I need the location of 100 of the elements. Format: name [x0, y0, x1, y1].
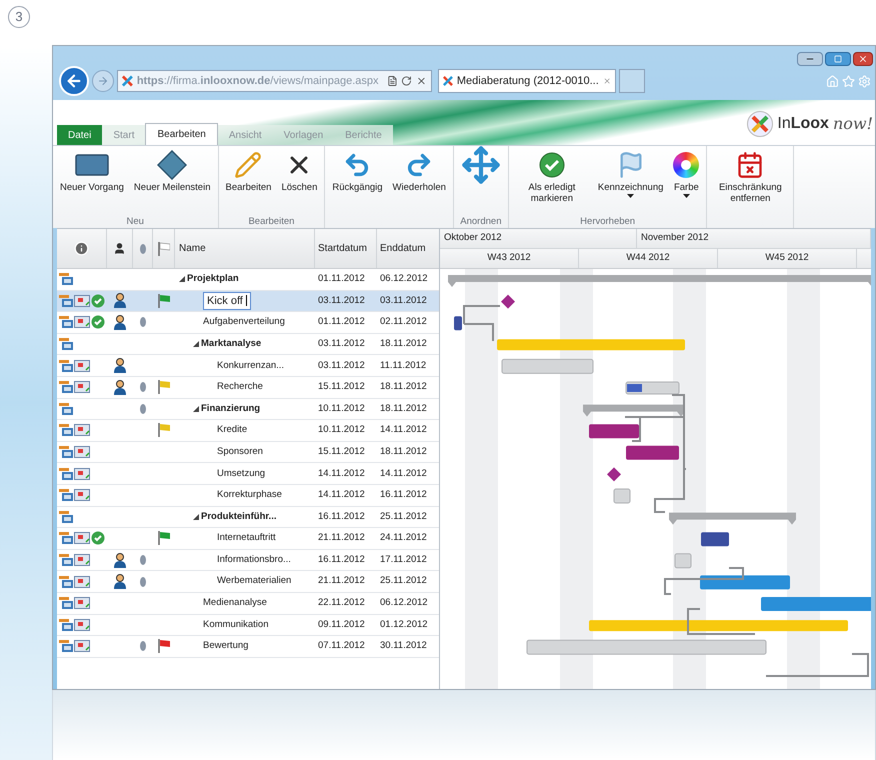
task-name: Recherche	[217, 380, 263, 394]
task-name: Marktanalyse	[201, 336, 262, 351]
app-logo-icon	[747, 111, 774, 137]
home-icon[interactable]	[826, 74, 839, 88]
end-date: 24.11.2012	[379, 531, 428, 546]
ribbon-button[interactable]: Neuer Vorgang	[57, 149, 127, 193]
table-row[interactable]: Aufgabenverteilung 01.11.2012 02.11.2012	[57, 312, 439, 334]
milestone-diamond[interactable]	[501, 294, 515, 309]
column-header[interactable]: Enddatum	[377, 229, 439, 268]
ribbon-button[interactable]: Rückgängig	[329, 149, 386, 193]
column-header[interactable]: Startdatum	[315, 229, 377, 268]
task-icon	[59, 531, 73, 546]
milestone-diamond[interactable]	[607, 467, 621, 482]
task-bar[interactable]	[626, 446, 679, 460]
end-date: 14.11.2012	[379, 423, 428, 438]
task-name: Bewertung	[203, 639, 248, 654]
ribbon-group-label: Bearbeiten	[248, 216, 294, 227]
check-circle-icon	[91, 531, 105, 546]
table-row[interactable]: Kommunikation 09.11.2012 01.12.2012	[57, 614, 439, 636]
attachment-icon	[140, 317, 146, 328]
collapse-triangle-icon[interactable]	[193, 341, 199, 348]
summary-bar[interactable]	[669, 512, 796, 525]
task-icon	[59, 272, 73, 286]
collapse-triangle-icon[interactable]	[179, 276, 185, 282]
table-row[interactable]: Finanzierung 10.11.2012 18.11.2012	[57, 398, 439, 420]
close-button[interactable]	[853, 52, 873, 66]
maximize-icon	[834, 55, 842, 63]
ribbon-tab[interactable]: Datei	[57, 125, 102, 145]
start-date: 15.11.2012	[317, 444, 366, 459]
diamond-icon	[157, 150, 188, 180]
maximize-button[interactable]	[825, 52, 851, 66]
start-date: 09.11.2012	[317, 618, 366, 632]
task-icon	[59, 553, 73, 568]
url-text: https://firma.inlooxnow.de/views/mainpage.aspx	[136, 74, 378, 89]
star-icon[interactable]	[842, 74, 855, 88]
start-date: 07.11.2012	[317, 639, 366, 654]
attachment-icon	[140, 641, 146, 652]
ribbon-button[interactable]: Löschen	[278, 149, 320, 193]
flag-icon	[158, 423, 170, 438]
info-icon	[74, 241, 89, 256]
table-row[interactable]: Bewertung 07.11.2012 30.11.2012	[57, 636, 439, 658]
week-header: W45 2012	[718, 249, 857, 268]
forward-button[interactable]	[92, 70, 114, 92]
card-icon	[74, 360, 90, 372]
table-row[interactable]: Konkurrenzan... 03.11.2012 11.11.2012	[57, 355, 439, 377]
task-bar[interactable]	[589, 424, 639, 438]
ribbon-button[interactable]: Wiederholen	[390, 149, 449, 193]
ribbon-button[interactable]: Einschränkung entfernen	[711, 149, 790, 204]
card-icon	[74, 640, 90, 652]
end-date: 25.11.2012	[379, 574, 428, 588]
ribbon-button[interactable]: Kennzeichnung	[594, 149, 666, 198]
new-tab-button[interactable]	[619, 69, 645, 93]
week-header: W43 2012	[440, 249, 579, 268]
summary-bar[interactable]	[448, 275, 871, 287]
task-icon	[59, 337, 73, 352]
ribbon-tab[interactable]: Bearbeiten	[145, 123, 218, 145]
task-icon	[59, 294, 73, 308]
card-icon	[74, 554, 90, 566]
table-row[interactable]: Kick off 03.11.2012 03.11.2012	[57, 290, 439, 312]
settings-icon[interactable]	[858, 74, 871, 88]
color-wheel-icon	[673, 152, 700, 178]
attachment-icon	[140, 404, 146, 414]
column-header[interactable]: Name	[175, 229, 315, 268]
person-icon	[114, 574, 126, 590]
compatibility-icon[interactable]	[386, 75, 398, 87]
refresh-icon[interactable]	[401, 75, 412, 87]
task-bar[interactable]	[626, 382, 680, 394]
task-name: Sponsoren	[217, 444, 263, 459]
table-row[interactable]: Internetauftritt 21.11.2012 24.11.2012	[57, 528, 439, 550]
start-date: 10.11.2012	[317, 402, 366, 416]
table-row[interactable]: Werbematerialien 21.11.2012 25.11.2012	[57, 571, 439, 593]
start-date: 14.11.2012	[317, 466, 366, 481]
task-name: Umsetzung	[217, 466, 266, 481]
collapse-triangle-icon[interactable]	[193, 514, 199, 520]
ribbon-button[interactable]: Bearbeiten	[222, 149, 274, 193]
summary-bar[interactable]	[583, 404, 685, 417]
stop-icon[interactable]	[416, 75, 427, 87]
end-date: 25.11.2012	[379, 510, 428, 524]
ribbon-button[interactable]: Neuer Meilenstein	[130, 149, 214, 193]
person-icon	[114, 552, 126, 568]
close-tab-icon[interactable]	[602, 76, 611, 86]
task-icon	[59, 315, 73, 330]
minimize-button[interactable]	[797, 52, 823, 66]
task-icon	[59, 510, 73, 524]
table-row[interactable]: Informationsbro... 16.11.2012 17.11.2012	[57, 550, 439, 572]
name-input-field[interactable]: Kick off	[203, 292, 251, 310]
end-date: 16.11.2012	[379, 488, 428, 502]
back-button[interactable]	[59, 66, 89, 96]
task-bar[interactable]	[701, 532, 729, 546]
ribbon-button[interactable]: Farbe	[670, 149, 702, 198]
browser-tab[interactable]: Mediaberatung (2012-0010...	[438, 69, 616, 93]
step-number: 3	[8, 6, 30, 28]
task-icon	[59, 618, 73, 632]
table-row[interactable]: Kredite 10.11.2012 14.11.2012	[57, 420, 439, 442]
ribbon-button[interactable]: Als erledigt markieren	[512, 149, 591, 204]
card-icon	[74, 618, 90, 631]
table-row[interactable]: Produkteinführ... 16.11.2012 25.11.2012	[57, 506, 439, 528]
card-icon	[74, 489, 90, 502]
collapse-triangle-icon[interactable]	[193, 406, 199, 412]
task-bar[interactable]	[454, 316, 462, 330]
